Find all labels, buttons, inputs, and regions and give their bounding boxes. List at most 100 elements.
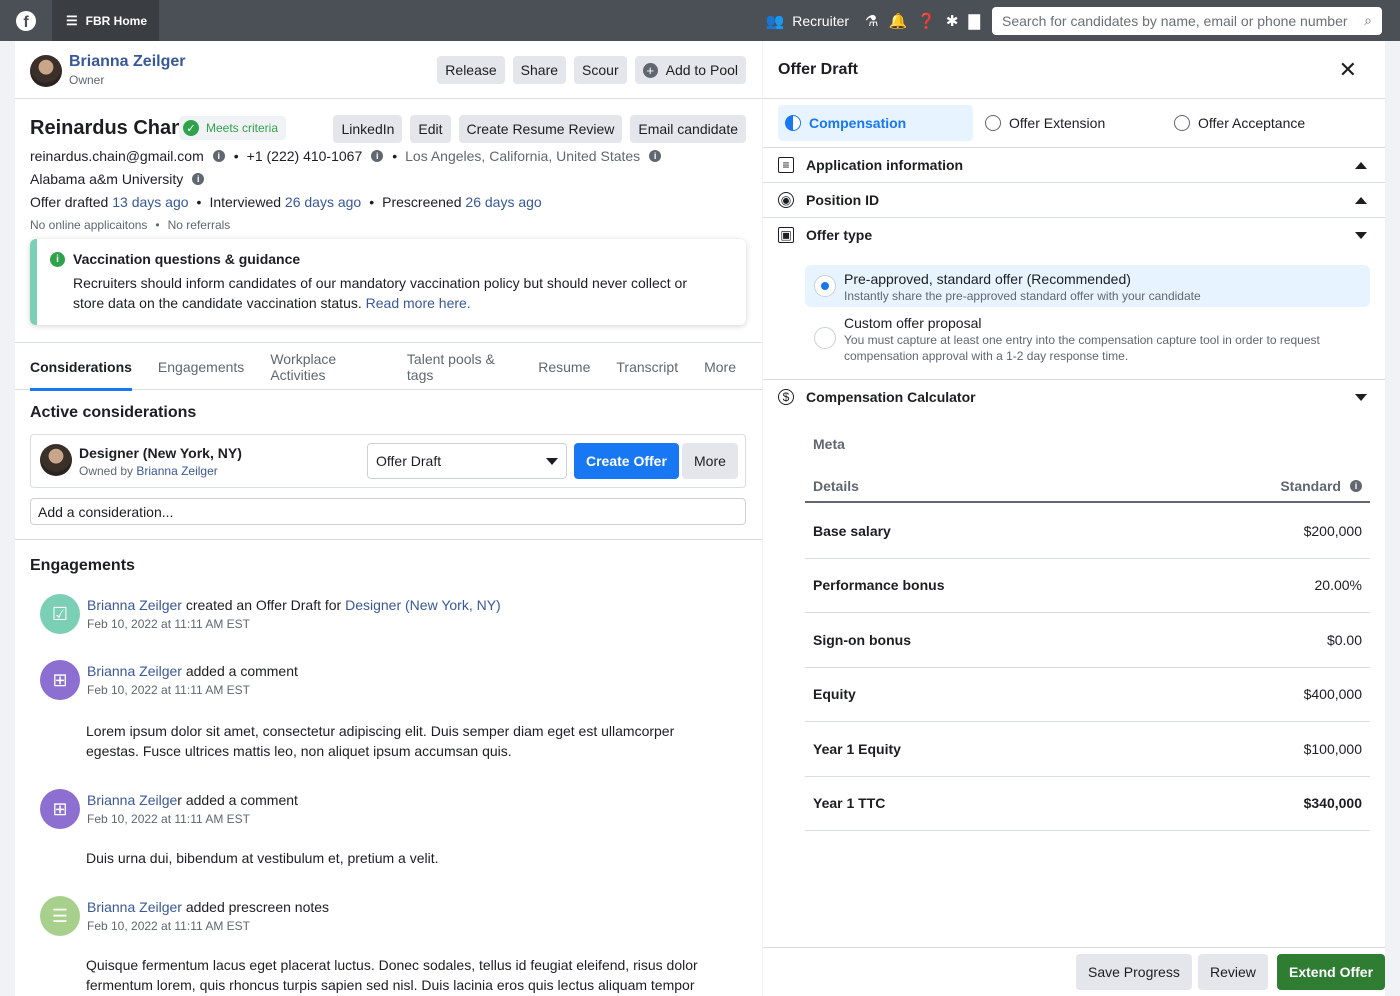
tab-engagements[interactable]: Engagements: [158, 343, 244, 390]
calc-row-value: $340,000: [1303, 795, 1362, 811]
info-icon[interactable]: i: [1350, 480, 1362, 492]
tab-transcript[interactable]: Transcript: [616, 343, 678, 390]
prescreened-when[interactable]: 26 days ago: [465, 194, 541, 210]
engagement-comment: Duis urna dui, bibendum at vestibulum et…: [86, 850, 439, 866]
step-offer-acceptance[interactable]: Offer Acceptance: [1170, 105, 1305, 141]
calc-row-label: Performance bonus: [813, 577, 945, 593]
calc-row: Base salary $200,000: [805, 504, 1370, 559]
document-icon: ≡: [778, 157, 794, 173]
tab-considerations[interactable]: Considerations: [30, 343, 132, 391]
candidate-location: Los Angeles, California, United States: [405, 148, 641, 164]
candidate-phone[interactable]: +1 (222) 410-1067: [247, 148, 363, 164]
chevron-up-icon: [1355, 197, 1367, 204]
calc-standard-header: Standard i: [1280, 478, 1362, 494]
section-application-information[interactable]: ≡ Application information: [763, 147, 1385, 182]
section-offer-type[interactable]: ▣ Offer type: [763, 217, 1385, 252]
timeline-line: Offer drafted 13 days ago • Interviewed …: [30, 194, 542, 210]
separator: •: [392, 148, 398, 164]
page-scrollbar[interactable]: [1385, 41, 1400, 996]
top-right-tools: 👥 Recruiter ⚗ 🔔 ❓ ✱ ▇ Search for candida…: [756, 0, 1382, 41]
calc-row: Equity $400,000: [805, 667, 1370, 722]
consideration-owner-line: Owned by Brianna Zeilger: [79, 464, 218, 478]
candidate-search-input[interactable]: Search for candidates by name, email or …: [992, 6, 1382, 35]
edit-button[interactable]: Edit: [410, 115, 451, 143]
add-to-pool-button[interactable]: + Add to Pool: [634, 56, 746, 84]
people-icon[interactable]: 👥: [766, 12, 785, 30]
step-compensation[interactable]: Compensation: [778, 105, 973, 141]
comment-add-icon: ⊞: [40, 789, 80, 829]
info-icon[interactable]: i: [192, 173, 205, 185]
engagement-actor[interactable]: Brianna Zeilger: [87, 597, 182, 613]
offer-drafted-when[interactable]: 13 days ago: [112, 194, 188, 210]
calc-row-value: $100,000: [1303, 741, 1362, 757]
engagement-actor-tail: r: [177, 792, 182, 808]
chevron-down-icon: [546, 457, 558, 465]
offer-type-option[interactable]: Pre-approved, standard offer (Recommende…: [805, 265, 1370, 307]
calc-row: Performance bonus 20.00%: [805, 558, 1370, 613]
candidate-email[interactable]: reinardus.chain@gmail.com: [30, 148, 204, 164]
engagement-actor[interactable]: Brianna Zeilger: [87, 663, 182, 679]
tab-talent-pools[interactable]: Talent pools & tags: [407, 343, 512, 390]
linkedin-button[interactable]: LinkedIn: [333, 115, 403, 143]
engagement-target[interactable]: Designer (New York, NY): [345, 597, 501, 613]
section-position-id[interactable]: ◉ Position ID: [763, 182, 1385, 217]
consideration-role[interactable]: Designer (New York, NY): [79, 445, 242, 461]
close-icon[interactable]: ✕: [1339, 57, 1357, 83]
interviewed-when[interactable]: 26 days ago: [285, 194, 361, 210]
info-icon[interactable]: i: [212, 150, 225, 162]
stage-value: Offer Draft: [376, 453, 442, 469]
search-placeholder: Search for candidates by name, email or …: [1002, 12, 1348, 29]
facebook-logo-icon[interactable]: f: [0, 0, 52, 41]
extend-offer-button[interactable]: Extend Offer: [1277, 954, 1385, 990]
home-tab[interactable]: ☰ FBR Home: [52, 0, 159, 41]
add-consideration-input[interactable]: Add a consideration...: [30, 498, 746, 525]
online-apps: No online applicaitons: [30, 218, 148, 232]
engagement-time: Feb 10, 2022 at 11:11 AM EST: [87, 919, 250, 933]
info-icon[interactable]: i: [649, 150, 662, 162]
bell-icon[interactable]: 🔔: [889, 12, 908, 30]
step-offer-extension[interactable]: Offer Extension: [973, 105, 1170, 141]
stage-select[interactable]: Offer Draft: [367, 443, 567, 479]
add-to-pool-label: Add to Pool: [665, 62, 738, 78]
calc-row-total: Year 1 TTC $340,000: [805, 776, 1370, 831]
calc-row-value: $200,000: [1303, 523, 1362, 539]
engagement-actor[interactable]: Brianna Zeilge: [87, 792, 177, 808]
email-candidate-button[interactable]: Email candidate: [630, 115, 746, 143]
role-switcher[interactable]: Recruiter: [792, 13, 849, 29]
step-label: Compensation: [809, 115, 907, 131]
vaccination-title: Vaccination questions & guidance: [73, 251, 301, 267]
share-button[interactable]: Share: [512, 56, 567, 84]
owner-row: Brianna Zeilger Owner Release Share Scou…: [15, 41, 762, 99]
engagement-actor[interactable]: Brianna Zeilger: [87, 899, 182, 915]
info-icon[interactable]: i: [371, 150, 384, 162]
help-icon[interactable]: ❓: [917, 12, 936, 30]
read-more-link[interactable]: Read more here.: [366, 295, 471, 311]
offer-type-option[interactable]: Custom offer proposal You must capture a…: [805, 313, 1370, 369]
section-label: Application information: [806, 157, 964, 173]
engagement-line: Brianna Zeilger added prescreen notes: [87, 899, 329, 915]
tab-workplace-activities[interactable]: Workplace Activities: [270, 343, 381, 390]
radio-selected-icon[interactable]: [814, 275, 836, 297]
tab-more[interactable]: More: [704, 343, 736, 390]
calc-row-label: Sign-on bonus: [813, 632, 911, 648]
menu-icon: ☰: [66, 12, 78, 28]
scour-button[interactable]: Scour: [574, 56, 627, 84]
top-bar: f ☰ FBR Home 👥 Recruiter ⚗ 🔔 ❓ ✱ ▇ Searc…: [0, 0, 1400, 41]
section-label: Compensation Calculator: [806, 389, 976, 405]
chart-icon[interactable]: ▇: [968, 12, 980, 30]
release-button[interactable]: Release: [437, 56, 505, 84]
create-offer-button[interactable]: Create Offer: [574, 443, 679, 479]
radio-empty-icon[interactable]: [814, 327, 836, 349]
review-button[interactable]: Review: [1198, 954, 1268, 990]
owner-name[interactable]: Brianna Zeilger: [69, 53, 185, 71]
bug-icon[interactable]: ✱: [946, 12, 959, 30]
tab-resume[interactable]: Resume: [538, 343, 590, 390]
consideration-more-button[interactable]: More: [682, 443, 738, 479]
active-considerations-title: Active considerations: [30, 404, 197, 421]
section-compensation-calculator[interactable]: $ Compensation Calculator: [763, 379, 1385, 414]
prescreened-label: Prescreened: [382, 194, 462, 210]
flask-icon[interactable]: ⚗: [865, 12, 878, 30]
create-resume-review-button[interactable]: Create Resume Review: [458, 115, 623, 143]
owned-by-name[interactable]: Brianna Zeilger: [136, 464, 217, 478]
save-progress-button[interactable]: Save Progress: [1076, 954, 1192, 990]
